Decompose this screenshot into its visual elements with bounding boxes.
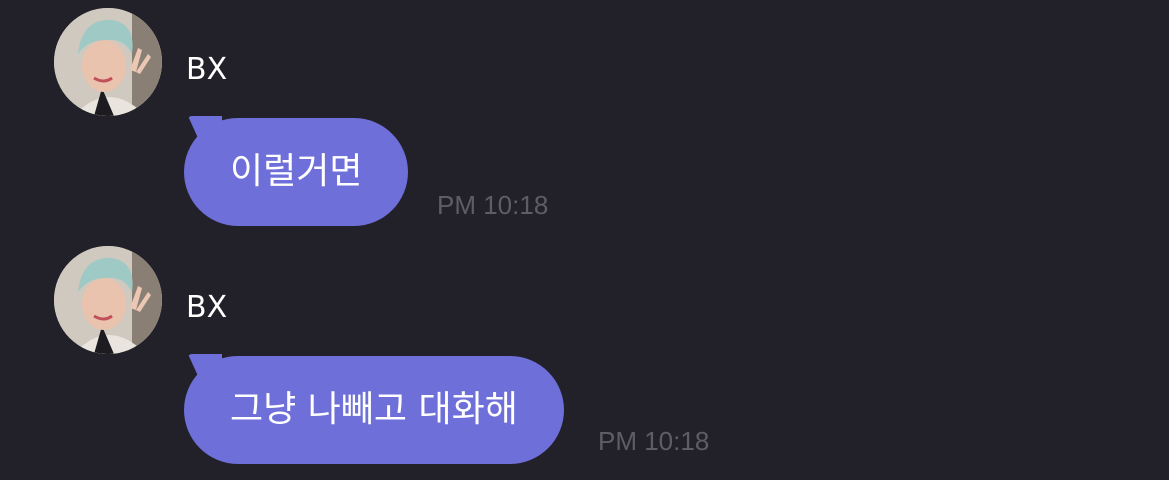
message-timestamp: PM 10:18: [598, 426, 710, 456]
avatar[interactable]: [54, 246, 162, 354]
chat-thread: BX 이럴거면 PM 10:18 BX 그냥 나빼고 대화해 PM 10:18: [0, 0, 1169, 480]
sender-name: BX: [186, 52, 228, 87]
message-timestamp: PM 10:18: [437, 190, 549, 220]
message-bubble[interactable]: 그냥 나빼고 대화해: [184, 356, 564, 464]
sender-name: BX: [186, 290, 228, 325]
avatar[interactable]: [54, 8, 162, 116]
profile-photo: [54, 246, 162, 354]
profile-photo: [54, 8, 162, 116]
message-bubble[interactable]: 이럴거면: [184, 118, 409, 226]
